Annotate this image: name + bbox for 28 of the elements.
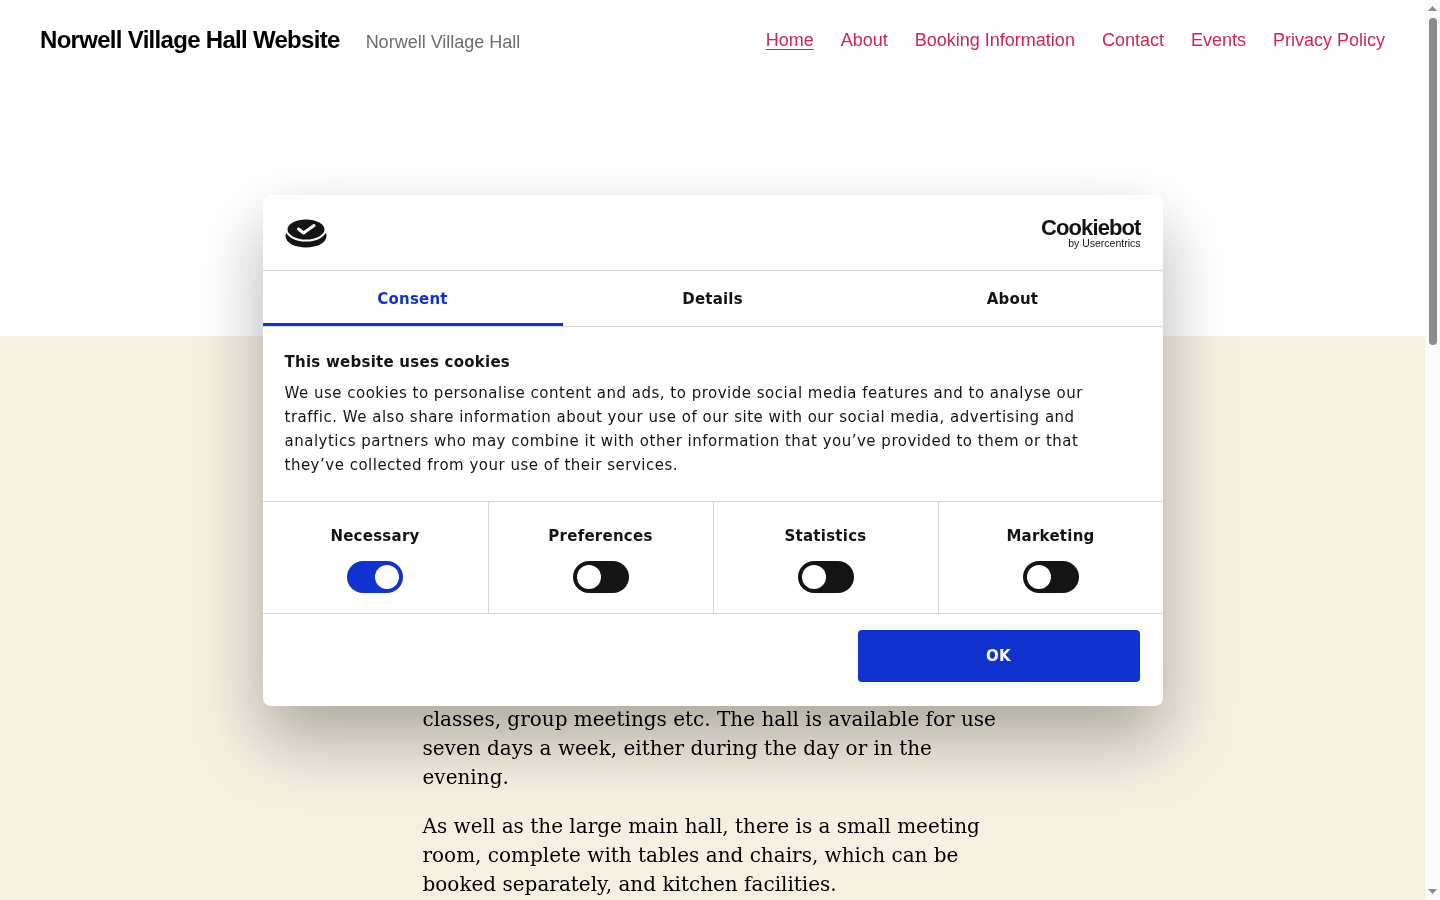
nav-link[interactable]: Booking Information xyxy=(914,29,1075,51)
cookie-check-icon xyxy=(284,217,327,248)
brand-tagline: by Usercentrics xyxy=(1068,237,1141,249)
scrollbar-thumb[interactable] xyxy=(1428,18,1437,345)
toggle-label: Marketing xyxy=(1006,526,1095,546)
nav-link[interactable]: Contact xyxy=(1101,29,1164,51)
site-description: Norwell Village Hall xyxy=(365,32,521,53)
toggle-switch[interactable] xyxy=(1022,561,1079,593)
nav-link[interactable]: Events xyxy=(1190,29,1246,51)
dialog-text: We use cookies to personalise content and ads, to provide social media features and to analyse our traffic. We also share information about your use of our site with our social media, advertising and analytics partners who may combine it with other information that you’ve provided to them or that they’ve collected from your use of their services. xyxy=(284,383,1084,476)
nav-link[interactable]: About xyxy=(840,29,888,51)
nav-link[interactable]: Privacy Policy xyxy=(1272,29,1385,51)
toggle-switch[interactable] xyxy=(797,561,854,593)
body-paragraph: As well as the large main hall, there is a small meeting room, complete with tables and chairs, which can be booked separately, and kitchen facilities. xyxy=(422,813,981,898)
toggle-switch[interactable] xyxy=(347,561,403,593)
body-paragraph: classes, group meetings etc. The hall is available for use seven days a week, either during the day or in the evening. xyxy=(422,706,997,791)
ok-button[interactable]: OK xyxy=(857,630,1140,682)
toggle-label: Preferences xyxy=(548,526,653,546)
scroll-down-icon[interactable] xyxy=(1428,889,1437,894)
site-title[interactable]: Norwell Village Hall Website xyxy=(40,26,340,54)
toggle-label: Statistics xyxy=(784,526,867,546)
toggle-switch[interactable] xyxy=(572,561,629,593)
dialog-heading: This website uses cookies xyxy=(284,352,511,372)
scroll-up-icon[interactable] xyxy=(1428,6,1437,11)
dialog-tab[interactable]: Consent xyxy=(262,271,563,326)
brand-wordmark: Cookiebot xyxy=(1041,216,1141,238)
nav-link[interactable]: Home xyxy=(765,29,814,51)
toggle-label: Necessary xyxy=(330,526,420,546)
